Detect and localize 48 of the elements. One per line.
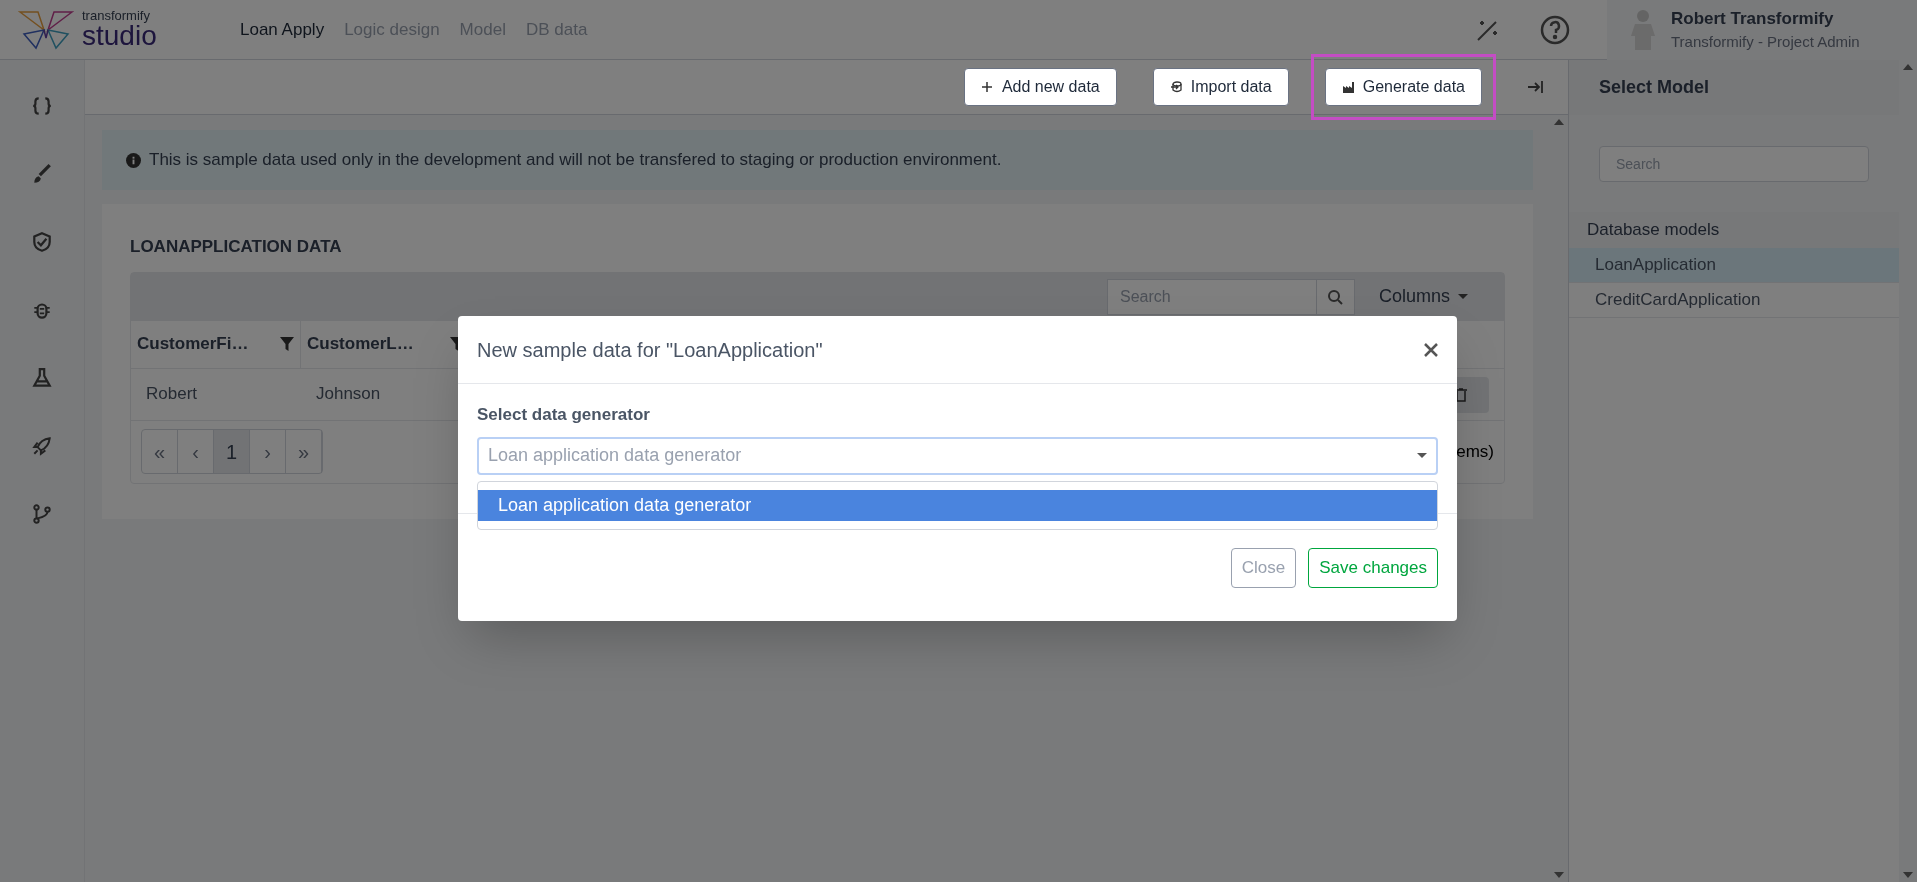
help-icon[interactable] — [1539, 13, 1571, 46]
collapse-panel-icon[interactable] — [1526, 78, 1544, 96]
factory-icon — [1341, 80, 1355, 94]
trash-icon — [1455, 387, 1467, 402]
caret-icon — [1458, 294, 1468, 299]
panel-title: Select Model — [1599, 76, 1710, 99]
toolbar-button[interactable]: Generate data — [1324, 68, 1482, 106]
plus-icon — [980, 80, 994, 94]
dropdown-option[interactable]: Loan application data generator — [478, 489, 1437, 521]
brush-icon[interactable] — [31, 163, 53, 185]
user-role: Transformify - Project Admin — [1671, 32, 1860, 52]
card-title: LOANAPPLICATION DATA — [130, 236, 343, 258]
page-button[interactable]: 1 — [214, 430, 250, 473]
close-icon[interactable] — [1424, 342, 1438, 357]
info-icon — [126, 152, 141, 168]
scroll-up-icon[interactable] — [1554, 119, 1564, 125]
code-braces-icon[interactable] — [31, 95, 53, 117]
search-icon — [1327, 288, 1344, 305]
flask-icon[interactable] — [31, 367, 53, 389]
table-cell-text: Johnson — [315, 383, 382, 406]
pagination-summary: ems) — [1456, 440, 1494, 463]
generator-select[interactable]: Loan application data generator — [477, 436, 1438, 475]
shield-check-icon[interactable] — [31, 231, 53, 253]
column-title: CustomerFi… — [137, 333, 249, 356]
toolbar-button[interactable]: Add new data — [963, 68, 1117, 106]
nav-link[interactable]: Loan Apply — [240, 16, 325, 43]
logo-wordmark: transformify — [82, 9, 151, 22]
field-label: Select data generator — [477, 404, 651, 426]
toolbar-button[interactable]: Import data — [1152, 68, 1289, 106]
group-title: Database models — [1587, 219, 1720, 242]
branch-icon[interactable] — [31, 503, 53, 525]
caret-icon — [1417, 453, 1427, 458]
scroll-up-icon[interactable] — [1903, 64, 1913, 70]
table-cell-text: Robert — [145, 383, 199, 406]
modal-title: New sample data for "LoanApplication" — [477, 337, 823, 363]
columns-dropdown[interactable]: Columns — [1370, 283, 1476, 310]
database-import-icon — [1169, 80, 1183, 94]
logo-wordmark: studio — [82, 22, 157, 50]
model-list-item[interactable]: LoanApplication — [1569, 248, 1899, 283]
scroll-down-icon[interactable] — [1554, 872, 1564, 878]
close-button[interactable]: Close — [1230, 547, 1297, 588]
rocket-icon[interactable] — [31, 435, 53, 457]
user-menu[interactable]: Robert Transformify Transformify - Project Admin — [1607, 0, 1917, 60]
info-message: This is sample data used only in the development and will not be transfered to staging or production environment. — [149, 149, 1002, 172]
user-name: Robert Transformify — [1671, 7, 1835, 30]
scroll-down-icon[interactable] — [1903, 872, 1913, 878]
save-button[interactable]: Save changes — [1308, 547, 1438, 588]
column-title: CustomerL… — [307, 333, 414, 356]
